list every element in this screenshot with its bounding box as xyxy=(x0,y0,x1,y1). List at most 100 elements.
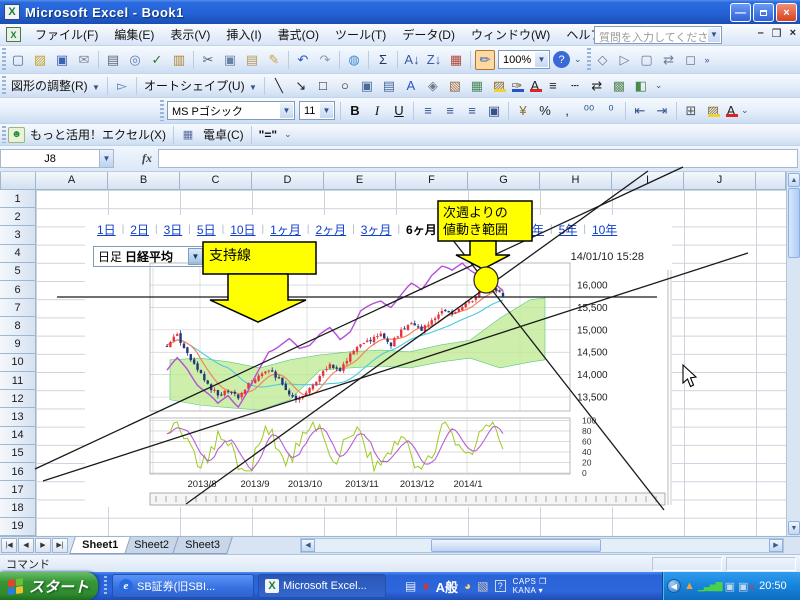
ime-mode-indicator[interactable]: A般 xyxy=(436,577,458,596)
sort-descending-icon[interactable]: Z↓ xyxy=(424,50,444,70)
comma-style-icon[interactable]: , xyxy=(557,101,577,121)
decrease-indent-icon[interactable]: ⇤ xyxy=(630,101,650,121)
ime-help-icon[interactable]: ? xyxy=(495,580,506,592)
ime-pad-icon[interactable]: ◕ xyxy=(464,579,471,593)
paste-icon[interactable]: ▤ xyxy=(242,50,262,70)
align-left-icon[interactable]: ≡ xyxy=(418,101,438,121)
keyboard-icon[interactable]: ▤ xyxy=(405,579,416,593)
name-box-dropdown-icon[interactable]: ▼ xyxy=(100,149,114,168)
sort-ascending-icon[interactable]: A↓ xyxy=(402,50,422,70)
font-size-dropdown-icon[interactable]: ▼ xyxy=(320,103,333,118)
merge-center-icon[interactable]: ▣ xyxy=(484,101,504,121)
signal-strength-icon[interactable]: ▁▃▅▇ xyxy=(698,581,722,592)
column-header-I[interactable]: I xyxy=(612,172,684,190)
hide-tray-icons-icon[interactable]: ◀ xyxy=(667,579,681,593)
wordart-icon[interactable]: A xyxy=(401,76,421,96)
arrow-icon[interactable]: ↘ xyxy=(291,76,311,96)
chart-wizard-icon[interactable]: ▦ xyxy=(446,50,466,70)
undo-icon[interactable]: ↶ xyxy=(293,50,313,70)
task-button-browser[interactable]: e SB証券(旧SBI... xyxy=(112,574,254,598)
select-pointer-icon[interactable]: ▻ xyxy=(112,76,132,96)
column-header-E[interactable]: E xyxy=(324,172,396,190)
row-header-14[interactable]: 14 xyxy=(0,427,36,445)
increase-indent-icon[interactable]: ⇥ xyxy=(652,101,672,121)
bold-icon[interactable]: B xyxy=(345,101,365,121)
security-alert-icon[interactable]: ▲ xyxy=(684,580,695,592)
flowchart-icon-5[interactable]: ◻ xyxy=(681,50,701,70)
align-right-icon[interactable]: ≡ xyxy=(462,101,482,121)
row-header-3[interactable]: 3 xyxy=(0,226,36,244)
stock-chart-picture[interactable]: 1日|2日|3日|5日|10日|1ヶ月|2ヶ月|3ヶ月|6ヶ月|3年|5年|10… xyxy=(85,215,672,507)
cut-icon[interactable]: ✂ xyxy=(198,50,218,70)
last-sheet-icon[interactable]: ▶| xyxy=(52,538,68,553)
prev-sheet-icon[interactable]: ◀ xyxy=(18,538,34,553)
research-icon[interactable]: ▥ xyxy=(169,50,189,70)
flowchart-icon-3[interactable]: ▢ xyxy=(637,50,657,70)
increase-decimal-icon[interactable]: ⁰⁰ xyxy=(579,101,599,121)
menu-I[interactable]: 挿入(I) xyxy=(218,25,269,45)
row-header-8[interactable]: 8 xyxy=(0,317,36,335)
restore-button[interactable] xyxy=(753,3,774,22)
column-header-G[interactable]: G xyxy=(468,172,540,190)
row-header-1[interactable]: 1 xyxy=(0,190,36,208)
kana-indicator[interactable]: KANA ▾ xyxy=(513,586,547,595)
column-header-H[interactable]: H xyxy=(540,172,612,190)
print-preview-icon[interactable]: ◎ xyxy=(125,50,145,70)
close-button[interactable]: × xyxy=(776,3,797,22)
insert-function-button[interactable]: fx xyxy=(142,151,152,166)
menu-O[interactable]: 書式(O) xyxy=(270,25,327,45)
scroll-left-icon[interactable]: ◀ xyxy=(301,539,315,552)
zoom-dropdown-icon[interactable]: ▼ xyxy=(535,52,548,67)
vertical-scrollbar[interactable]: ▲ ▼ xyxy=(786,172,800,536)
align-center-icon[interactable]: ≡ xyxy=(440,101,460,121)
row-header-6[interactable]: 6 xyxy=(0,281,36,299)
row-header-16[interactable]: 16 xyxy=(0,463,36,481)
font-name-dropdown-icon[interactable]: ▼ xyxy=(280,103,293,118)
autoshape-menu[interactable]: オートシェイプ(U) ▼ xyxy=(140,77,261,94)
spelling-icon[interactable]: ✓ xyxy=(147,50,167,70)
borders-icon[interactable]: ⊞ xyxy=(681,101,701,121)
font-name-combobox[interactable]: MS Pゴシック ▼ xyxy=(167,101,295,120)
column-header-A[interactable]: A xyxy=(36,172,108,190)
menu-T[interactable]: ツール(T) xyxy=(327,25,394,45)
select-all-corner[interactable] xyxy=(0,172,36,190)
ime-tools-icon[interactable]: ▧ xyxy=(477,579,488,593)
column-header-C[interactable]: C xyxy=(180,172,252,190)
horizontal-scrollbar[interactable]: ◀ ▶ xyxy=(300,538,784,553)
mail-icon[interactable]: ✉ xyxy=(74,50,94,70)
italic-icon[interactable]: I xyxy=(367,101,387,121)
row-header-13[interactable]: 13 xyxy=(0,408,36,426)
flowchart-icon-4[interactable]: ⇄ xyxy=(659,50,679,70)
underline-icon[interactable]: U xyxy=(389,101,409,121)
mouse-pointer-option-icon[interactable]: ● xyxy=(422,579,429,593)
zoom-combobox[interactable]: 100% ▼ xyxy=(498,50,550,69)
menu-D[interactable]: データ(D) xyxy=(394,25,463,45)
first-sheet-icon[interactable]: |◀ xyxy=(1,538,17,553)
format-painter-icon[interactable]: ✎ xyxy=(264,50,284,70)
caps-indicator[interactable]: CAPS ❒ xyxy=(513,577,547,586)
row-header-11[interactable]: 11 xyxy=(0,372,36,390)
row-header-15[interactable]: 15 xyxy=(0,445,36,463)
row-header-12[interactable]: 12 xyxy=(0,390,36,408)
menu-W[interactable]: ウィンドウ(W) xyxy=(463,25,558,45)
row-header-7[interactable]: 7 xyxy=(0,299,36,317)
question-input[interactable]: 質問を入力してください ▼ xyxy=(594,26,722,44)
formula-input[interactable] xyxy=(158,149,798,168)
equals-button[interactable]: "=" xyxy=(255,128,281,142)
clipart-icon[interactable]: ▧ xyxy=(445,76,465,96)
menu-F[interactable]: ファイル(F) xyxy=(27,25,106,45)
vertical-scroll-thumb[interactable] xyxy=(788,188,800,258)
name-box[interactable]: J8 xyxy=(0,149,100,168)
row-header-9[interactable]: 9 xyxy=(0,336,36,354)
workbook-close-button[interactable]: × xyxy=(790,27,796,40)
row-header-19[interactable]: 19 xyxy=(0,518,36,536)
shape-adjust-menu[interactable]: 図形の調整(R) ▼ xyxy=(7,77,104,94)
save-icon[interactable]: ▣ xyxy=(52,50,72,70)
line-style-icon[interactable]: ≡ xyxy=(543,76,563,96)
task-button-excel[interactable]: X Microsoft Excel... xyxy=(258,574,386,598)
drawing-toggle-icon[interactable]: ✏ xyxy=(475,50,495,70)
open-folder-icon[interactable]: ▨ xyxy=(30,50,50,70)
diagram-icon[interactable]: ◈ xyxy=(423,76,443,96)
threed-style-icon[interactable]: ◧ xyxy=(631,76,651,96)
row-header-4[interactable]: 4 xyxy=(0,245,36,263)
